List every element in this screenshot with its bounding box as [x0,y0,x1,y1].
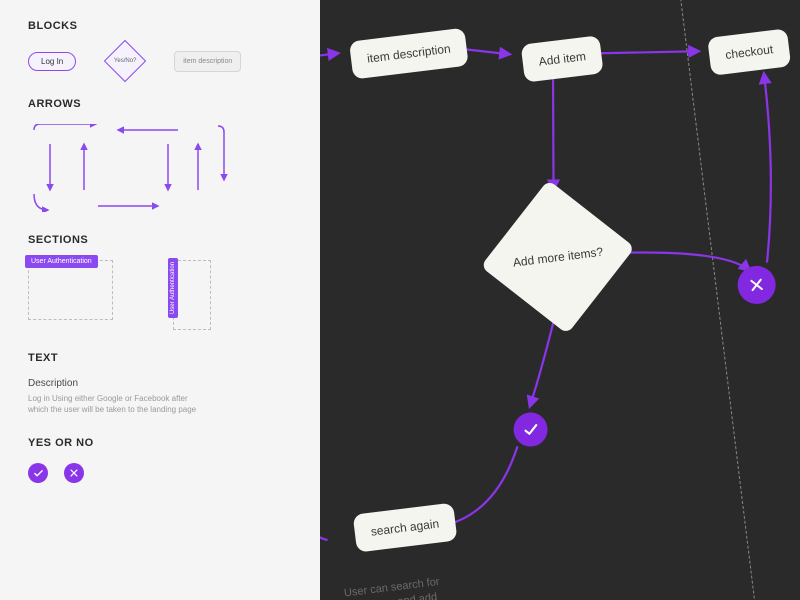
yesno-group: YES OR NO [28,437,292,483]
no-chip[interactable] [64,463,84,483]
section-horizontal[interactable]: User Authentication [28,260,113,320]
text-heading[interactable]: Description [28,378,292,389]
arrows-demo[interactable] [28,124,228,212]
text-group: TEXT Description Log in Using either Goo… [28,352,292,415]
blocks-title: BLOCKS [28,20,292,32]
flow-stage: r item item description Add item checkou… [320,0,800,600]
check-icon [521,420,540,439]
text-title: TEXT [28,352,292,364]
sections-title: SECTIONS [28,234,292,246]
palette-sidebar: BLOCKS Log In Yes/No? item description A… [0,0,320,600]
section-vertical-label: User Authentication [168,258,178,318]
arrows-title: ARROWS [28,98,292,110]
section-vertical[interactable]: User Authentication [173,260,211,330]
diamond-block[interactable]: Yes/No? [104,40,146,82]
close-icon [748,276,766,294]
blocks-group: BLOCKS Log In Yes/No? item description [28,20,292,76]
section-horizontal-label: User Authentication [25,255,98,268]
arrows-group: ARROWS [28,98,292,212]
text-body[interactable]: Log in Using either Google or Facebook a… [28,393,198,415]
flow-canvas[interactable]: r item item description Add item checkou… [320,0,800,600]
yes-chip[interactable] [28,463,48,483]
sections-group: SECTIONS User Authentication User Authen… [28,234,292,330]
pill-block[interactable]: Log In [28,52,76,71]
yesno-title: YES OR NO [28,437,292,449]
card-block[interactable]: item description [174,51,241,72]
